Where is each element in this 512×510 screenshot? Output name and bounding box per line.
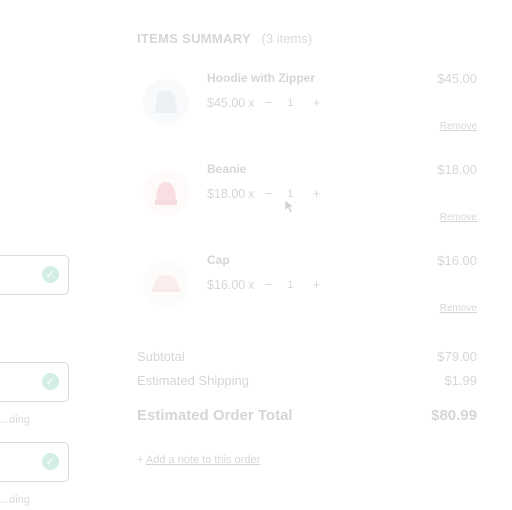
item-price-line: $16.00 x − 1 + (207, 277, 326, 292)
remove-item-link[interactable]: Remove (440, 121, 477, 132)
order-total-row: Estimated Order Total $80.99 (137, 407, 477, 424)
item-name: Beanie (207, 162, 247, 176)
summary-title: ITEMS SUMMARY (137, 31, 251, 46)
summary-item: Beanie $18.00 x − 1 + $18.00 Remove (137, 162, 477, 242)
quantity-value[interactable]: 1 (278, 279, 302, 291)
summary-count: (3 items) (261, 31, 313, 46)
item-name: Cap (207, 253, 230, 267)
item-name: Hoodie with Zipper (207, 71, 315, 85)
summary-item: Hoodie with Zipper $45.00 x − 1 + $45.00… (137, 71, 477, 151)
option-card-2[interactable]: ✓ (0, 362, 69, 402)
quantity-value[interactable]: 1 (278, 97, 302, 109)
item-price-line: $45.00 x − 1 + (207, 95, 326, 110)
item-total: $16.00 (437, 253, 477, 268)
quantity-increase-button[interactable]: + (306, 277, 326, 292)
item-unit-price: $18.00 (207, 186, 246, 201)
add-note-link[interactable]: Add a note to this order (146, 454, 260, 466)
option-note: ...ding (0, 414, 30, 426)
check-icon: ✓ (42, 453, 59, 470)
quantity-increase-button[interactable]: + (306, 186, 326, 201)
shipping-row: Estimated Shipping $1.99 (137, 373, 477, 388)
item-price-line: $18.00 x − 1 + (207, 186, 326, 201)
quantity-decrease-button[interactable]: − (258, 95, 278, 110)
remove-item-link[interactable]: Remove (440, 303, 477, 314)
shipping-label: Estimated Shipping (137, 373, 250, 388)
item-unit-price: $45.00 (207, 95, 246, 110)
option-card-3[interactable]: ✓ (0, 442, 69, 482)
quantity-decrease-button[interactable]: − (258, 277, 278, 292)
summary-header: ITEMS SUMMARY (3 items) (137, 31, 312, 46)
item-total: $18.00 (437, 162, 477, 177)
item-total: $45.00 (437, 71, 477, 86)
order-total-label: Estimated Order Total (137, 407, 293, 424)
subtotal-value: $79.00 (437, 349, 477, 364)
add-order-note[interactable]: + Add a note to this order (137, 454, 260, 466)
quantity-decrease-button[interactable]: − (258, 186, 278, 201)
times-sign: x (248, 186, 255, 201)
product-thumbnail (143, 79, 189, 125)
times-sign: x (248, 277, 255, 292)
option-card-1[interactable]: ✓ (0, 255, 69, 295)
mouse-cursor-icon (285, 200, 295, 214)
quantity-value[interactable]: 1 (278, 188, 302, 200)
times-sign: x (248, 95, 255, 110)
check-icon: ✓ (42, 373, 59, 390)
remove-item-link[interactable]: Remove (440, 212, 477, 223)
product-thumbnail (143, 170, 189, 216)
order-total-value: $80.99 (431, 407, 477, 424)
check-icon: ✓ (42, 266, 59, 283)
item-unit-price: $16.00 (207, 277, 246, 292)
subtotal-label: Subtotal (137, 349, 185, 364)
product-thumbnail (143, 261, 189, 307)
plus-icon: + (137, 454, 144, 466)
shipping-value: $1.99 (444, 373, 477, 388)
summary-item: Cap $16.00 x − 1 + $16.00 Remove (137, 253, 477, 333)
quantity-increase-button[interactable]: + (306, 95, 326, 110)
subtotal-row: Subtotal $79.00 (137, 349, 477, 364)
option-note: ...ding (0, 494, 30, 506)
